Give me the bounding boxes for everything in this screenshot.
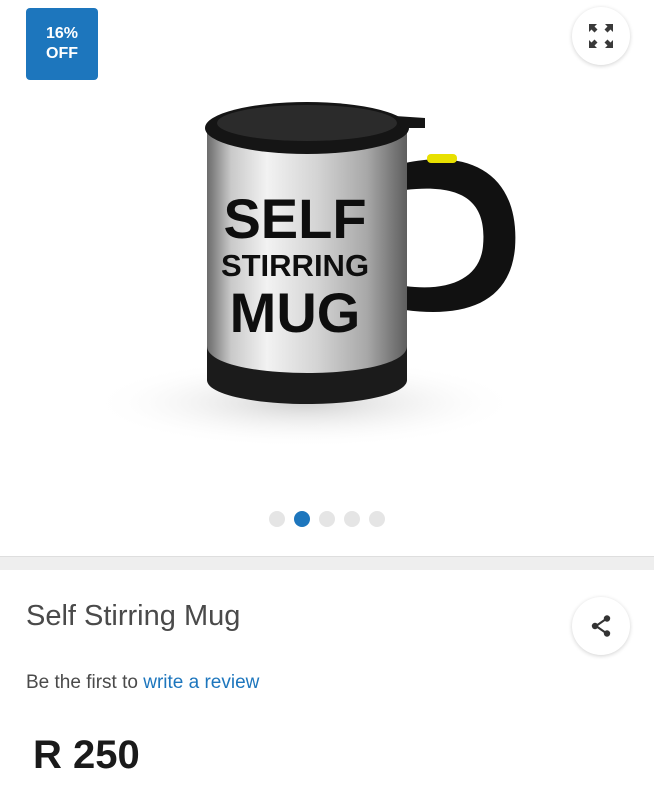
review-prefix: Be the first to	[26, 672, 138, 693]
discount-label: OFF	[46, 45, 78, 62]
expand-image-button[interactable]	[572, 7, 630, 65]
share-icon	[591, 615, 611, 637]
self-stirring-mug-photo: SELF STIRRING MUG	[95, 102, 520, 448]
gallery-dot-active[interactable]	[294, 511, 310, 527]
mug-print-line-1: SELF	[223, 187, 366, 250]
gallery-dot[interactable]	[319, 511, 335, 527]
section-divider	[0, 556, 654, 570]
share-button[interactable]	[572, 597, 630, 655]
gallery-dot[interactable]	[369, 511, 385, 527]
expand-arrows-icon	[589, 24, 613, 48]
product-price: R 250	[33, 733, 140, 777]
gallery-dot[interactable]	[269, 511, 285, 527]
gallery-dot[interactable]	[344, 511, 360, 527]
write-review-link[interactable]: write a review	[143, 672, 259, 693]
discount-badge: 16% OFF	[26, 8, 98, 80]
gallery-pagination[interactable]	[0, 511, 654, 527]
product-image-gallery[interactable]: 16% OFF SELF STIRRING MUG	[0, 0, 654, 556]
review-prompt: Be the first to write a review	[26, 672, 259, 694]
mug-print-line-2: STIRRING	[221, 248, 369, 283]
product-title: Self Stirring Mug	[26, 600, 241, 632]
mug-print-line-3: MUG	[230, 281, 361, 344]
discount-percent: 16%	[45, 25, 79, 42]
